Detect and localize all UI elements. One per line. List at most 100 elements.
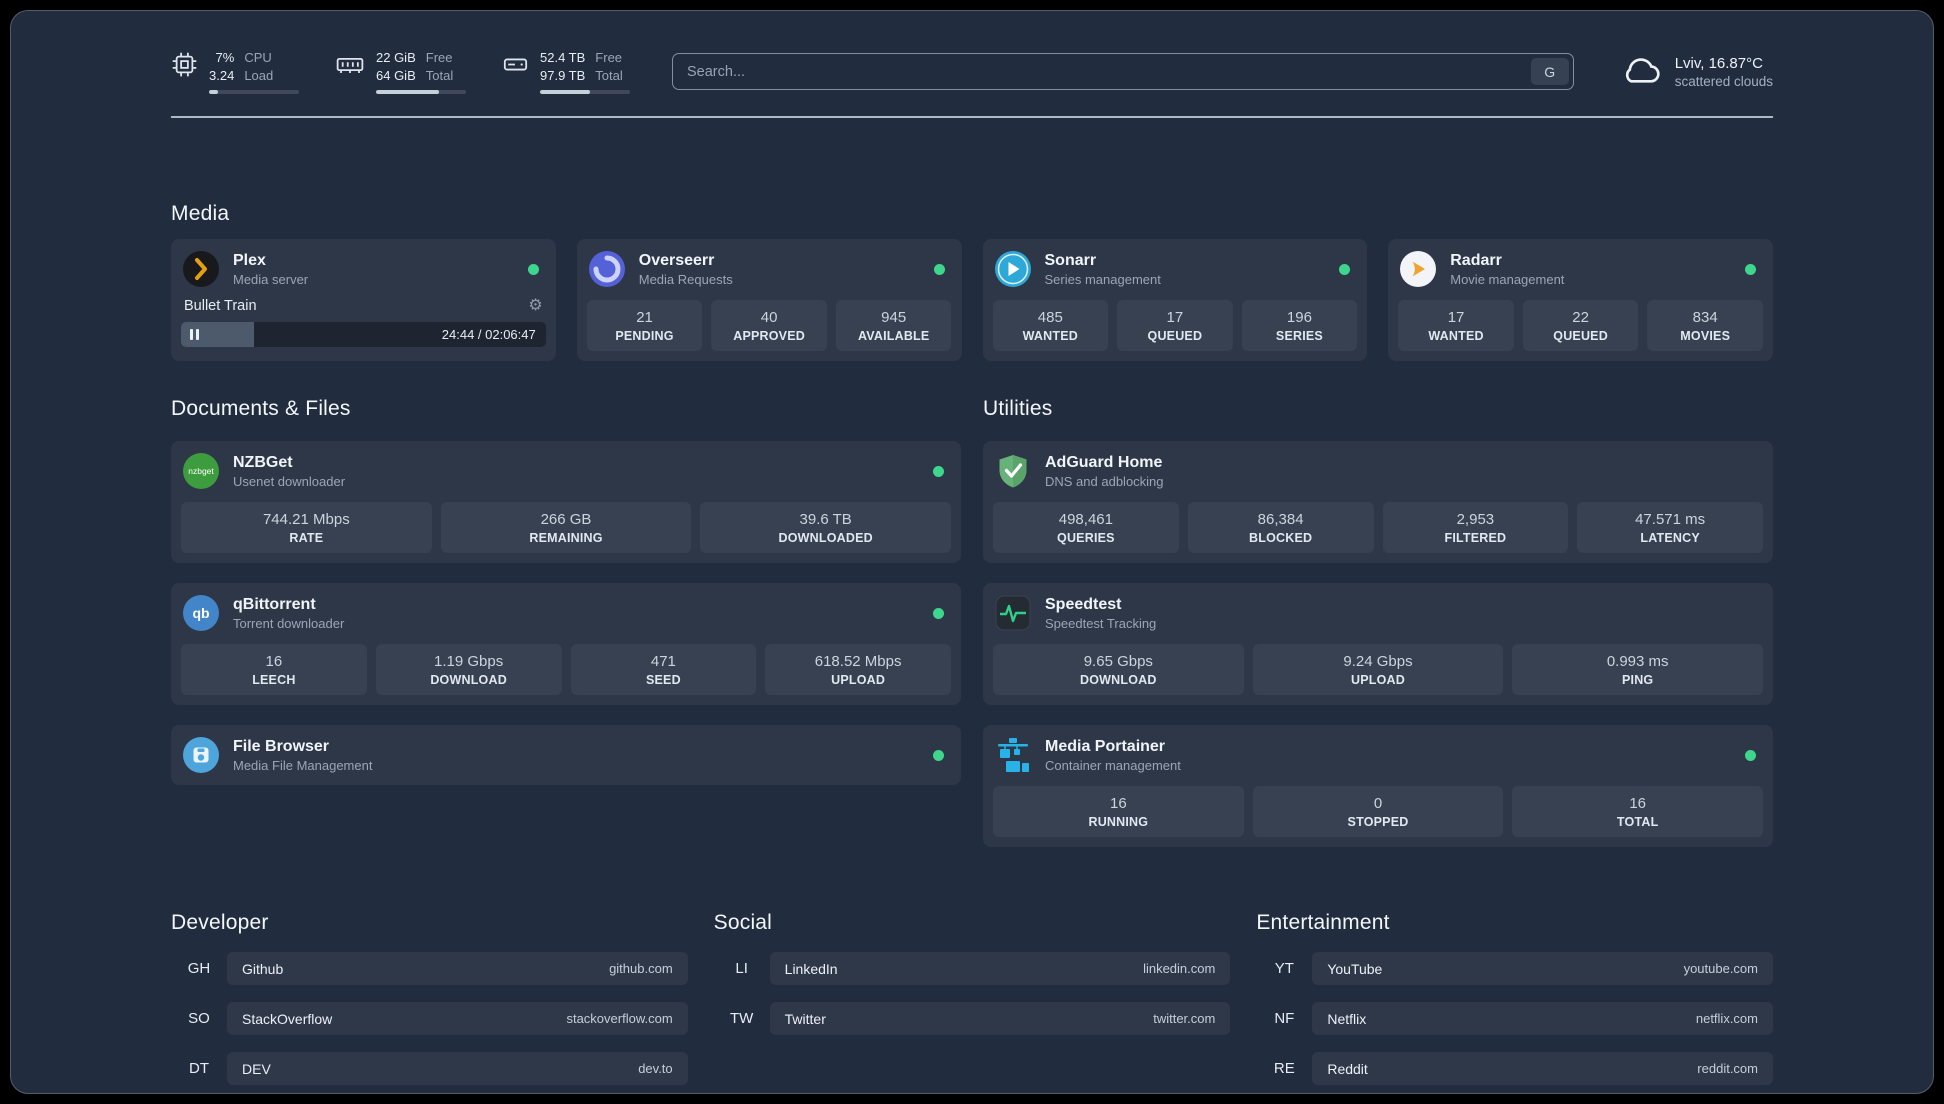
bookmark-netflix[interactable]: NF Netflix netflix.com: [1256, 1002, 1773, 1036]
bookmark-dev[interactable]: DT DEV dev.to: [171, 1052, 688, 1086]
search-input[interactable]: [672, 53, 1574, 91]
section-utilities: Utilities AdGuard Home DNS and adblockin…: [983, 397, 1773, 848]
sonarr-icon: [993, 249, 1033, 289]
service-subtitle: Media File Management: [233, 757, 373, 773]
disk-progress-bar: [540, 90, 630, 95]
status-indicator: [933, 263, 945, 275]
filebrowser-icon: [181, 735, 221, 775]
service-name: Speedtest: [1045, 595, 1122, 613]
stat-queries: 498,461 QUERIES: [993, 502, 1179, 554]
disk-widget: 52.4 TB 97.9 TB Free Total: [502, 49, 630, 95]
speedtest-icon: [993, 593, 1033, 633]
stat-filtered: 2,953 FILTERED: [1382, 502, 1569, 554]
cpu-icon: [171, 51, 198, 78]
status-indicator: [933, 607, 944, 619]
section-title-entertainment: Entertainment: [1256, 911, 1390, 935]
stat-stopped: 0 STOPPED: [1252, 786, 1504, 838]
service-card-adguard[interactable]: AdGuard Home DNS and adblocking 498,461 …: [983, 441, 1773, 564]
section-title-documents: Documents & Files: [171, 397, 351, 421]
service-subtitle: Media Requests: [638, 271, 733, 287]
memory-widget: 22 GiB 64 GiB Free Total: [335, 49, 466, 95]
disk-free-label: Free: [595, 50, 623, 65]
section-media: Media Plex Media server Bullet Train ⚙ 2…: [171, 202, 1773, 362]
section-title-utilities: Utilities: [983, 397, 1053, 421]
service-card-qbittorrent[interactable]: qb qBittorrent Torrent downloader 16 LEE…: [171, 583, 961, 706]
resource-widgets: 7% 3.24 CPU Load 22 GiB 64 GiB Free Tota…: [171, 49, 630, 95]
stat-leech: 16 LEECH: [181, 644, 367, 696]
stat-wanted: 17 WANTED: [1398, 300, 1514, 352]
cpu-load-value: 3.24: [209, 67, 235, 83]
pause-button[interactable]: [190, 329, 199, 341]
stat-upload: 618.52 Mbps UPLOAD: [765, 644, 951, 696]
plex-now-playing: Bullet Train ⚙ 24:44 / 02:06:47: [181, 298, 546, 348]
disk-total-value: 97.9 TB: [540, 67, 586, 83]
memory-total-label: Total: [425, 67, 454, 83]
stat-approved: 40 APPROVED: [711, 300, 827, 352]
overseerr-icon: [587, 249, 627, 289]
status-indicator: [933, 465, 944, 477]
service-subtitle: Container management: [1045, 757, 1181, 773]
memory-total-value: 64 GiB: [376, 67, 416, 83]
cpu-progress-bar: [209, 90, 299, 95]
section-documents: Documents & Files nzbget NZBGet Usenet d: [171, 397, 961, 847]
bookmark-stackoverflow[interactable]: SO StackOverflow stackoverflow.com: [171, 1002, 688, 1036]
service-card-plex[interactable]: Plex Media server Bullet Train ⚙ 24:44 /…: [171, 239, 556, 362]
memory-icon: [335, 51, 365, 78]
cpu-label: CPU: [244, 50, 272, 65]
dashboard: 7% 3.24 CPU Load 22 GiB 64 GiB Free Tota…: [10, 10, 1934, 1094]
now-playing-title: Bullet Train: [184, 298, 257, 315]
qbittorrent-icon: qb: [181, 593, 221, 633]
stat-available: 945 AVAILABLE: [835, 300, 952, 352]
service-subtitle: Torrent downloader: [233, 615, 345, 631]
playback-progress-bar[interactable]: 24:44 / 02:06:47: [181, 322, 546, 348]
weather-widget: Lviv, 16.87°C scattered clouds: [1620, 52, 1773, 91]
service-name: Media Portainer: [1045, 737, 1166, 755]
search-bar: G: [672, 53, 1574, 91]
search-provider-button[interactable]: G: [1530, 58, 1569, 86]
bookmark-youtube[interactable]: YT YouTube youtube.com: [1256, 952, 1773, 986]
bookmark-reddit[interactable]: RE Reddit reddit.com: [1256, 1052, 1773, 1086]
cloud-icon: [1620, 52, 1662, 91]
status-indicator: [1339, 263, 1351, 275]
radarr-icon: [1398, 249, 1438, 289]
service-card-overseerr[interactable]: Overseerr Media Requests 21 PENDING 40 A…: [576, 239, 962, 362]
stat-blocked: 86,384 BLOCKED: [1187, 502, 1374, 554]
disk-free-value: 52.4 TB: [540, 50, 586, 65]
plex-icon: [181, 249, 221, 289]
svg-text:qb: qb: [192, 605, 209, 621]
bookmark-group-social: Social LI LinkedIn linkedin.com TW Twitt…: [714, 911, 1231, 1085]
service-subtitle: Media server: [233, 271, 309, 287]
stat-download: 9.65 Gbps DOWNLOAD: [993, 644, 1244, 696]
stat-downloaded: 39.6 TB DOWNLOADED: [700, 502, 952, 554]
service-name: File Browser: [233, 737, 330, 755]
service-card-radarr[interactable]: Radarr Movie management 17 WANTED 22 QUE…: [1388, 239, 1773, 362]
stat-movies: 834 MOVIES: [1647, 300, 1763, 352]
status-indicator: [527, 263, 539, 275]
stat-remaining: 266 GB REMAINING: [440, 502, 692, 554]
bookmark-twitter[interactable]: TW Twitter twitter.com: [714, 1002, 1231, 1036]
bookmark-group-developer: Developer GH Github github.com SO StackO…: [171, 911, 688, 1086]
stat-wanted: 485 WANTED: [992, 300, 1109, 352]
service-card-filebrowser[interactable]: File Browser Media File Management: [171, 725, 961, 786]
bookmark-group-entertainment: Entertainment YT YouTube youtube.com NF …: [1256, 911, 1773, 1086]
weather-location: Lviv, 16.87°C: [1674, 54, 1763, 72]
status-indicator: [933, 749, 944, 761]
section-title-developer: Developer: [171, 911, 269, 935]
svg-text:nzbget: nzbget: [188, 466, 214, 476]
service-name: AdGuard Home: [1045, 453, 1163, 471]
service-card-sonarr[interactable]: Sonarr Series management 485 WANTED 17 Q…: [982, 239, 1368, 362]
service-card-portainer[interactable]: Media Portainer Container management 16 …: [983, 725, 1773, 848]
service-card-speedtest[interactable]: Speedtest Speedtest Tracking 9.65 Gbps D…: [983, 583, 1773, 706]
bookmark-github[interactable]: GH Github github.com: [171, 952, 688, 986]
stat-upload: 9.24 Gbps UPLOAD: [1252, 644, 1504, 696]
bookmark-linkedin[interactable]: LI LinkedIn linkedin.com: [714, 952, 1231, 986]
settings-gear-icon[interactable]: ⚙: [528, 298, 542, 314]
service-subtitle: DNS and adblocking: [1045, 473, 1164, 489]
nzbget-icon: nzbget: [181, 451, 221, 491]
stat-pending: 21 PENDING: [586, 300, 703, 352]
service-card-nzbget[interactable]: nzbget NZBGet Usenet downloader 744.21 M…: [171, 441, 961, 564]
topbar-divider: [171, 116, 1773, 119]
stat-series: 196 SERIES: [1241, 300, 1358, 352]
service-subtitle: Series management: [1044, 271, 1161, 287]
stat-queued: 17 QUEUED: [1117, 300, 1233, 352]
